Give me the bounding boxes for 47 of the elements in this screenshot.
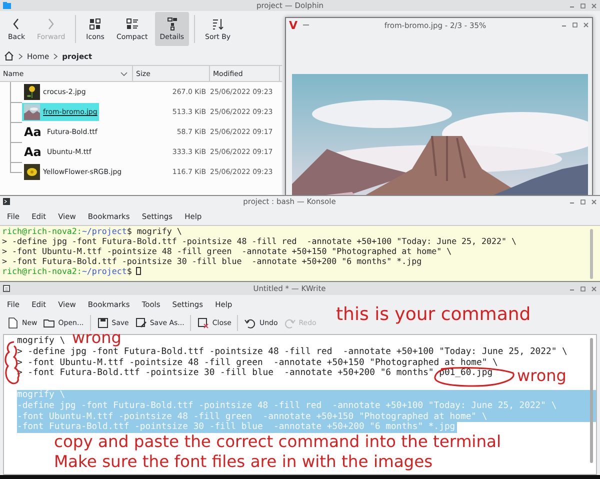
scrollbar[interactable] xyxy=(590,229,593,279)
saveas-icon xyxy=(134,317,147,329)
chevron-icon xyxy=(18,52,23,60)
open-icon xyxy=(43,317,56,329)
terminal-line: > -define jpg -font Futura-Bold.ttf -pointsize 48 -fill red -annotate +50+100 "Today: June 25, 2022" \ xyxy=(2,236,518,246)
terminal-line: > -font Futura-Bold.ttf -pointsize 30 -fill blue -annotate +50+200 "6 months" *.jpg xyxy=(2,256,423,266)
details-icon xyxy=(164,17,179,31)
sort-caret-icon[interactable] xyxy=(120,70,128,76)
folder-icon xyxy=(3,2,11,9)
new-icon xyxy=(7,317,19,329)
annotation-text: this is your command xyxy=(336,306,531,324)
maximize-icon[interactable] xyxy=(572,22,578,28)
code-line: > -define jpg -font Futura-Bold.ttf -pointsize 48 -fill red -annotate +50+100 "Today: June 25, 2022" \ xyxy=(17,346,568,358)
font-icon: Aa xyxy=(24,146,44,158)
icons-icon xyxy=(88,17,102,31)
terminal-icon xyxy=(3,198,10,205)
code-line: mogrify \ xyxy=(17,336,66,347)
scrollbar[interactable] xyxy=(590,338,593,463)
font-icon: Aa xyxy=(24,126,44,138)
sort-icon xyxy=(210,17,225,31)
undo-icon xyxy=(244,317,256,329)
home-icon[interactable] xyxy=(4,51,14,61)
close-icon[interactable] xyxy=(591,286,597,292)
close-icon[interactable] xyxy=(591,198,597,204)
maximize-icon[interactable] xyxy=(580,286,586,292)
annotation-text: Make sure the font files are in with the images xyxy=(54,452,434,471)
save-icon xyxy=(96,317,109,329)
editor-icon xyxy=(3,285,10,292)
annotation-text: wrong xyxy=(72,331,122,345)
chevron-icon xyxy=(53,52,58,60)
close-icon xyxy=(197,317,210,329)
terminal-line: > -font Ubuntu-M.ttf -pointsize 48 -fill green -annotate +50+150 "Photographed at home" \ xyxy=(2,246,453,256)
maximize-icon[interactable] xyxy=(580,198,586,204)
annotation-text: copy and paste the correct command into the terminal xyxy=(54,432,502,451)
tree-line xyxy=(10,122,22,143)
close-icon[interactable] xyxy=(591,2,597,8)
maximize-icon[interactable] xyxy=(580,2,586,8)
annotation-text: wrong xyxy=(517,368,566,384)
close-icon[interactable] xyxy=(583,22,589,28)
code-line: > -font Ubuntu-M.ttf -pointsize 48 -fill green -annotate +50+150 "Photographed at home" \ xyxy=(17,358,498,368)
app-logo: V xyxy=(289,20,298,30)
redo-icon xyxy=(284,317,296,329)
terminal-line: rich@rich-nova2:~/project$ xyxy=(2,266,600,276)
compact-icon xyxy=(125,17,140,31)
tree-line xyxy=(10,82,22,103)
terminal-line: rich@rich-nova2:~/project$ mogrify \ xyxy=(2,226,183,236)
menu-icon[interactable] xyxy=(302,22,310,28)
